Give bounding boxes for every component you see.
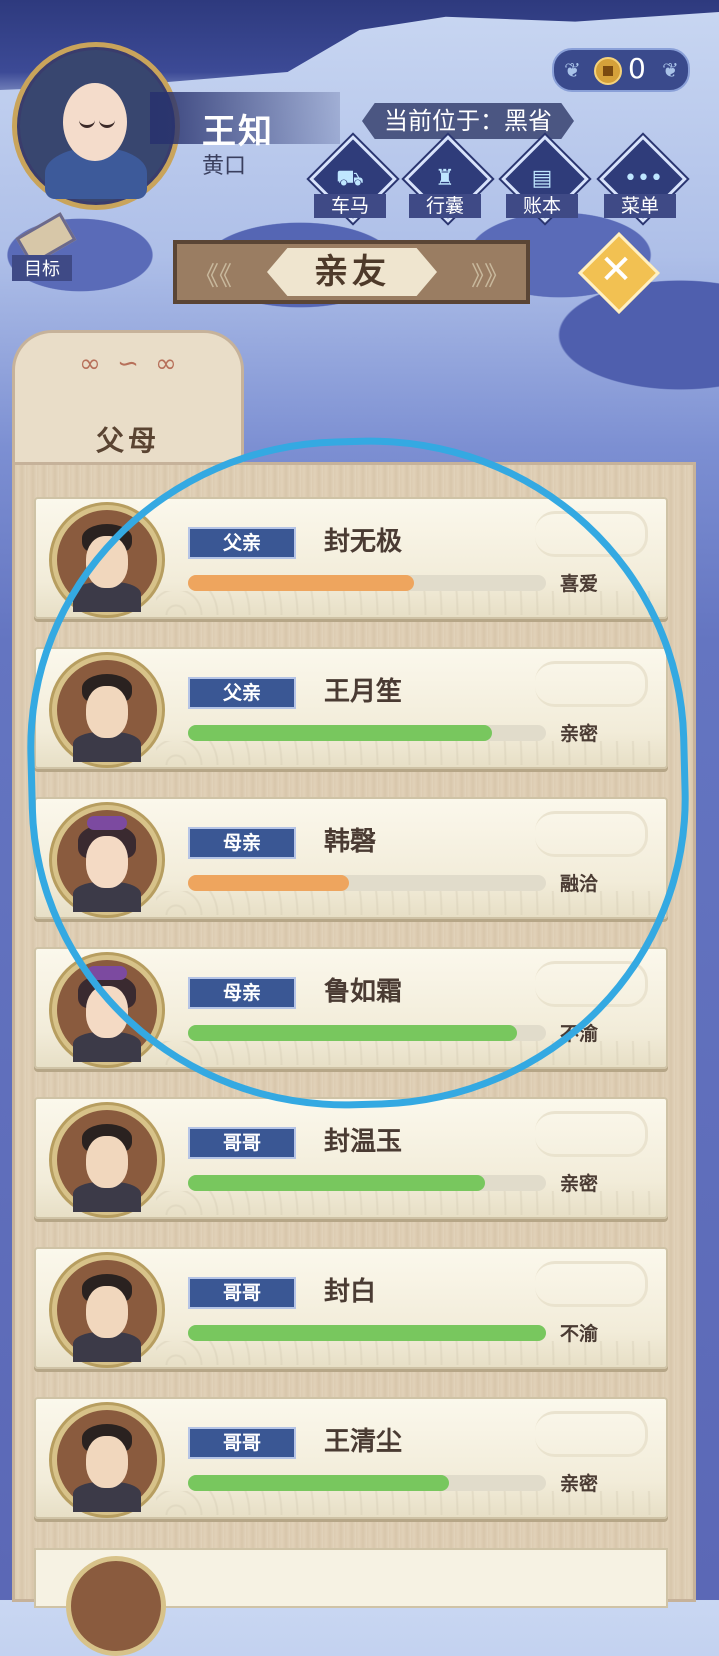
affinity-bar	[188, 1475, 546, 1491]
target-button[interactable]: 目标	[10, 212, 77, 281]
affinity-bar-fill	[188, 1475, 450, 1491]
tab-parents[interactable]: ∞ ∽ ∞ 父母	[12, 330, 244, 480]
page-title: 亲友	[314, 252, 390, 292]
portrait-face	[86, 1286, 128, 1338]
portrait-face	[86, 1136, 128, 1188]
more-icon: •••	[624, 166, 663, 191]
bamboo-right-icon: ❦	[662, 58, 679, 82]
coin-icon	[594, 57, 622, 85]
title-banner: 《《 亲友 》》	[173, 240, 530, 304]
menu-label: 菜单	[604, 194, 676, 218]
role-badge: 哥哥	[188, 1427, 296, 1459]
cloud-ornament-icon: ∞ ∽ ∞	[79, 349, 181, 379]
affinity-bar	[188, 1175, 546, 1191]
carriage-icon: ⛟	[336, 166, 364, 191]
role-badge: 哥哥	[188, 1127, 296, 1159]
tab-parents-label: 父母	[95, 424, 160, 457]
affinity-bar	[188, 1325, 546, 1341]
member-card[interactable]: 哥哥 封白不渝	[34, 1247, 668, 1369]
member-name: 封白	[324, 1277, 377, 1307]
member-card[interactable]: 哥哥 封温玉亲密	[34, 1097, 668, 1219]
coin-value: 0	[628, 52, 646, 85]
member-portrait[interactable]	[52, 1255, 162, 1365]
avatar-face	[63, 83, 127, 161]
cloud-deco	[535, 1411, 648, 1457]
coin-counter[interactable]: ❦ 0 ❦	[552, 48, 690, 92]
cloud-deco	[535, 1261, 648, 1307]
carriage-button[interactable]: ⛟ 车马	[309, 135, 397, 223]
menu-button[interactable]: ••• 菜单	[599, 135, 687, 223]
member-portrait[interactable]	[52, 1405, 162, 1515]
location-label: 当前位于：黑省	[362, 103, 574, 139]
ledger-label: 账本	[506, 194, 578, 218]
carriage-label: 车马	[314, 194, 386, 218]
bag-button[interactable]: ♜ 行囊	[404, 135, 492, 223]
player-name: 王知	[202, 112, 274, 152]
close-icon[interactable]: ✕	[590, 244, 642, 296]
member-card[interactable]: 哥哥 王清尘亲密	[34, 1397, 668, 1519]
target-label: 目标	[12, 255, 72, 281]
relation-label: 亲密	[560, 1473, 599, 1495]
chevron-right-icon: 》》	[470, 262, 510, 292]
affinity-bar-fill	[188, 1325, 546, 1341]
highlight-ellipse	[19, 429, 697, 1117]
cloud-deco	[535, 1111, 648, 1157]
bag-label: 行囊	[409, 194, 481, 218]
member-portrait[interactable]	[52, 1105, 162, 1215]
player-title: 黄口	[202, 154, 247, 179]
ledger-icon: ▤	[531, 166, 553, 191]
member-name: 封温玉	[324, 1127, 403, 1157]
bamboo-left-icon: ❦	[564, 58, 581, 82]
relation-label: 亲密	[560, 1173, 599, 1195]
member-name: 王清尘	[324, 1427, 403, 1457]
relation-label: 不渝	[560, 1323, 599, 1345]
affinity-bar-fill	[188, 1175, 486, 1191]
partial-card[interactable]	[34, 1548, 668, 1656]
portrait-face	[86, 1436, 128, 1488]
ledger-button[interactable]: ▤ 账本	[501, 135, 589, 223]
role-badge: 哥哥	[188, 1277, 296, 1309]
chevron-left-icon: 《《	[193, 262, 233, 292]
bag-icon: ♜	[435, 166, 455, 191]
partial-portrait	[66, 1556, 166, 1656]
